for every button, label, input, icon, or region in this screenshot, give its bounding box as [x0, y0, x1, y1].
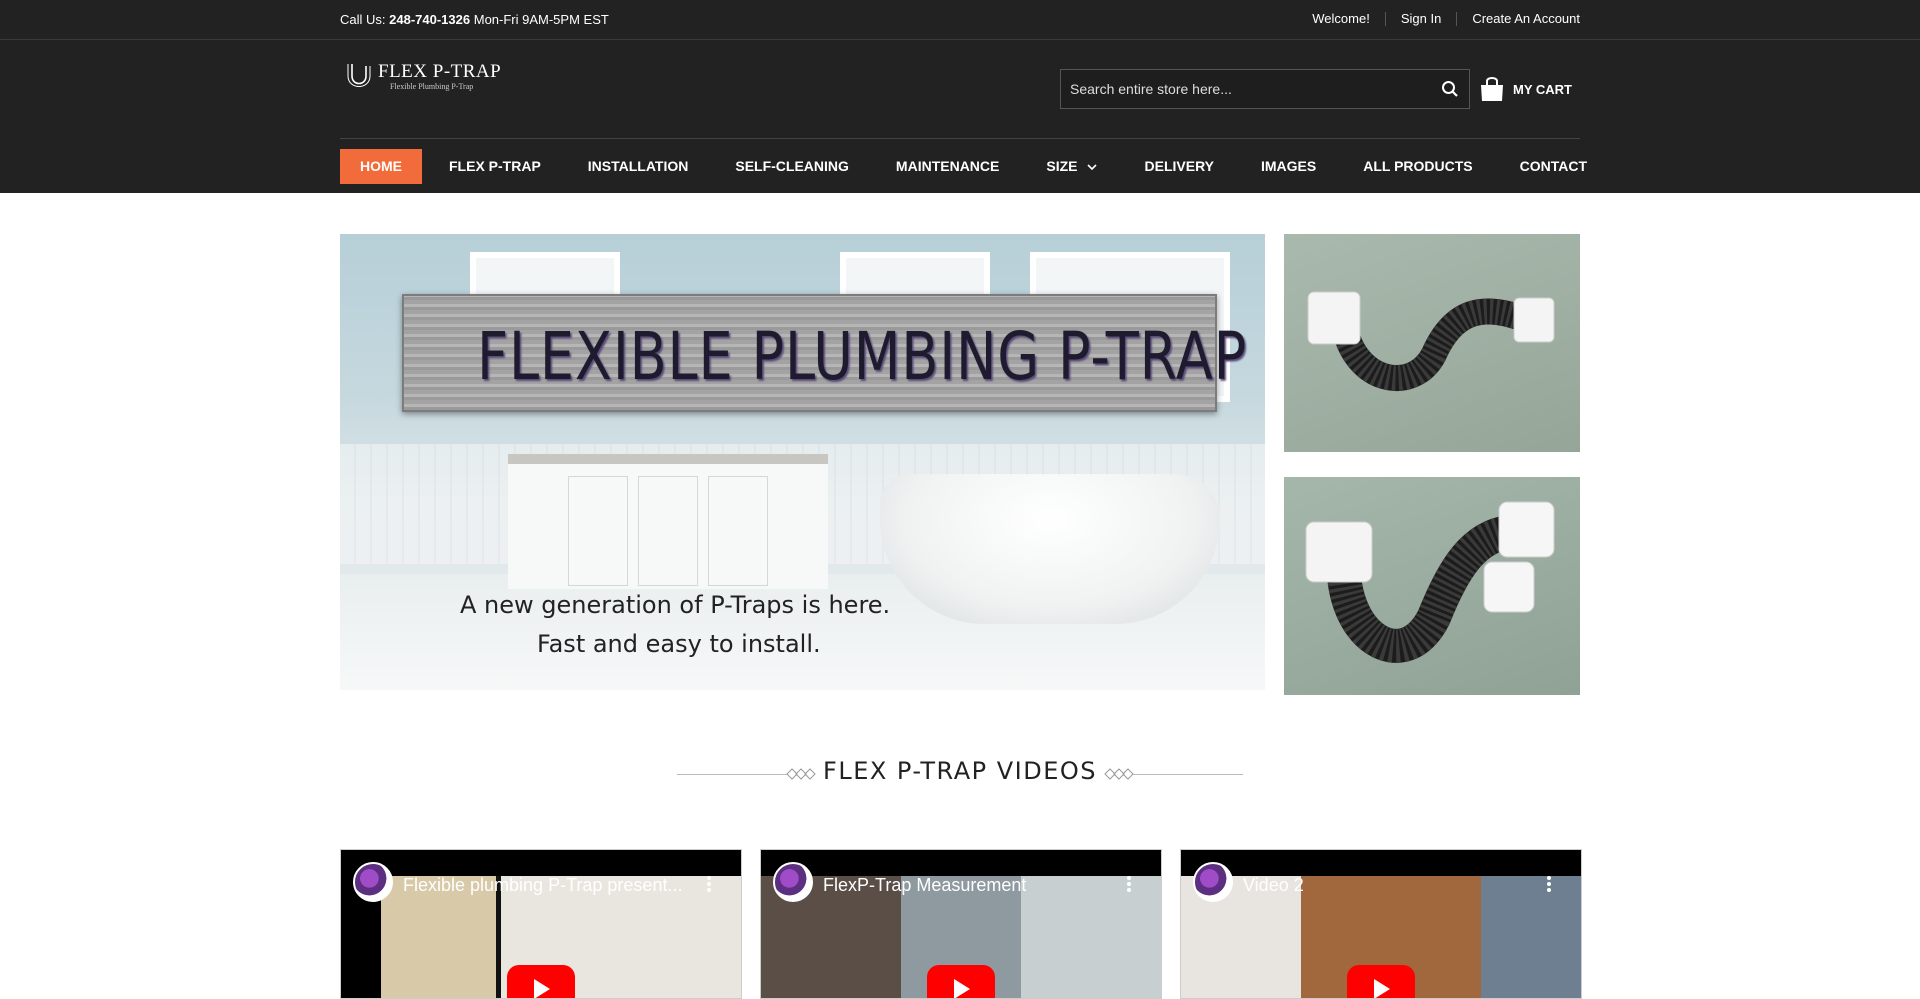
hero-banner[interactable]: FLEXIBLE PLUMBING P-TRAP A new generatio… — [340, 234, 1265, 690]
videos-section-heading: FLEX P-TRAP VIDEOS — [0, 757, 1920, 785]
flex-p-trap-image — [1307, 291, 1555, 391]
search-icon[interactable] — [1441, 80, 1459, 98]
nav-label: SELF-CLEANING — [735, 158, 849, 174]
product-image-2[interactable] — [1284, 477, 1580, 695]
banner-plate: FLEXIBLE PLUMBING P-TRAP — [402, 294, 1248, 412]
play-button[interactable] — [507, 965, 575, 998]
nav-item-maintenance[interactable]: MAINTENANCE — [876, 149, 1019, 184]
sign-in-link[interactable]: Sign In — [1384, 12, 1456, 26]
call-label: Call Us: — [340, 12, 386, 27]
vanity-cabinet — [508, 454, 828, 589]
cart-button[interactable]: MY CART — [1479, 76, 1572, 102]
heading-divider-right — [1133, 774, 1243, 775]
heading-divider-left — [677, 774, 787, 775]
nav-item-images[interactable]: IMAGES — [1241, 149, 1336, 184]
bathtub-image — [880, 474, 1220, 624]
product-image-1[interactable] — [1284, 234, 1580, 452]
nav-label: ALL PRODUCTS — [1363, 158, 1473, 174]
top-bar: Call Us: 248-740-1326 Mon-Fri 9AM-5PM ES… — [0, 0, 1920, 40]
nav-item-self-cleaning[interactable]: SELF-CLEANING — [715, 149, 869, 184]
more-options-icon[interactable] — [707, 876, 711, 892]
nav-item-contact[interactable]: CONTACT — [1500, 149, 1607, 184]
video-embed-2[interactable]: FlexP-Trap Measurement — [760, 849, 1162, 999]
nav-label: FLEX P-TRAP — [449, 158, 541, 174]
nav-label: DELIVERY — [1144, 158, 1215, 174]
channel-avatar — [773, 862, 813, 902]
welcome-text: Welcome! — [1312, 11, 1370, 26]
nav-item-flex-p-trap[interactable]: FLEX P-TRAP — [429, 149, 561, 184]
more-options-icon[interactable] — [1547, 876, 1551, 892]
diamond-ornament-icon — [1104, 768, 1134, 780]
create-account-link[interactable]: Create An Account — [1456, 12, 1580, 26]
hero-caption-line1: A new generation of P-Traps is here. — [460, 591, 891, 619]
nav-item-installation[interactable]: INSTALLATION — [568, 149, 709, 184]
channel-avatar — [1193, 862, 1233, 902]
shopping-bag-icon — [1481, 77, 1504, 101]
nav-label: HOME — [360, 158, 402, 174]
contact-phone: Call Us: 248-740-1326 Mon-Fri 9AM-5PM ES… — [340, 12, 609, 27]
flex-p-trap-parts-image — [1305, 501, 1555, 663]
more-options-icon[interactable] — [1127, 876, 1131, 892]
logo-tagline: Flexible Plumbing P-Trap — [390, 82, 474, 91]
nav-item-size[interactable]: SIZE — [1026, 149, 1117, 184]
cart-label: MY CART — [1513, 81, 1572, 97]
phone-number[interactable]: 248-740-1326 — [389, 12, 470, 27]
site-logo[interactable]: FLEX P-TRAP Flexible Plumbing P-Trap — [344, 62, 501, 92]
video-embed-3[interactable]: Video 2 — [1180, 849, 1582, 999]
nav-label: IMAGES — [1261, 158, 1317, 174]
nav-divider — [340, 138, 1580, 139]
video-embed-1[interactable]: Flexible plumbing P-Trap present... — [340, 849, 742, 999]
nav-label: MAINTENANCE — [895, 158, 1000, 174]
video-title[interactable]: Video 2 — [1243, 875, 1304, 896]
main-nav: HOME FLEX P-TRAP INSTALLATION SELF-CLEAN… — [340, 149, 1614, 185]
search-box — [1060, 69, 1470, 109]
video-title[interactable]: FlexP-Trap Measurement — [823, 875, 1026, 896]
channel-avatar — [353, 862, 393, 902]
nav-label: CONTACT — [1519, 158, 1588, 174]
play-button[interactable] — [1347, 965, 1415, 998]
nav-label: INSTALLATION — [587, 158, 689, 174]
chevron-down-icon — [1086, 163, 1097, 170]
nav-item-delivery[interactable]: DELIVERY — [1125, 149, 1235, 184]
nav-item-all-products[interactable]: ALL PRODUCTS — [1343, 149, 1492, 184]
p-trap-logo-icon — [347, 64, 371, 87]
business-hours: Mon-Fri 9AM-5PM EST — [473, 12, 609, 27]
hero-caption-line2: Fast and easy to install. — [537, 630, 821, 658]
videos-section-title: FLEX P-TRAP VIDEOS — [823, 757, 1097, 785]
play-button[interactable] — [927, 965, 995, 998]
diamond-ornament-icon — [786, 768, 816, 780]
nav-label: SIZE — [1046, 158, 1078, 174]
site-header: FLEX P-TRAP Flexible Plumbing P-Trap MY … — [0, 40, 1920, 193]
video-title[interactable]: Flexible plumbing P-Trap present... — [403, 875, 682, 896]
nav-item-home[interactable]: HOME — [340, 149, 422, 184]
account-links: Welcome! Sign In Create An Account — [1297, 12, 1580, 26]
banner-title: FLEXIBLE PLUMBING P-TRAP — [476, 318, 1248, 395]
search-input[interactable] — [1061, 70, 1421, 108]
logo-name: FLEX P-TRAP — [378, 61, 502, 82]
